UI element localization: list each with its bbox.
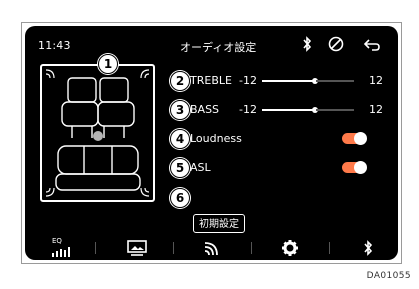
- callout-6: 6: [170, 188, 190, 208]
- asl-toggle[interactable]: [342, 161, 367, 174]
- callout-3: 3: [170, 100, 190, 120]
- callout-2: 2: [170, 71, 190, 91]
- clock: 11:43: [38, 39, 71, 52]
- loudness-toggle[interactable]: [342, 132, 367, 145]
- callout-5: 5: [170, 158, 190, 178]
- no-phone-icon: [328, 36, 344, 52]
- asl-toggle-thumb: [354, 161, 367, 174]
- bass-value: -12: [239, 103, 257, 116]
- treble-label: TREBLE: [190, 74, 232, 87]
- loudness-label: Loudness: [190, 132, 242, 145]
- bottom-nav-bar: EQ: [25, 236, 398, 260]
- car-seats-diagram: [45, 69, 150, 197]
- bass-max: 12: [369, 103, 383, 116]
- nav-separator: [329, 242, 330, 254]
- bluetooth-icon[interactable]: [358, 238, 378, 258]
- display-screen: 11:43 オーディオ設定 1 2 3 4 5 6 TREBLE -12 12 …: [25, 26, 398, 260]
- bass-label: BASS: [190, 103, 220, 116]
- seat-balance-panel[interactable]: [40, 64, 155, 202]
- bass-slider-track[interactable]: [262, 109, 316, 111]
- settings-gear-icon[interactable]: [279, 238, 301, 258]
- back-icon[interactable]: [362, 34, 382, 54]
- treble-value: -12: [239, 74, 257, 87]
- treble-slider-remaining: [316, 80, 354, 82]
- screen-icon[interactable]: [126, 238, 148, 258]
- nav-separator: [251, 242, 252, 254]
- radio-icon[interactable]: [201, 238, 223, 258]
- treble-slider-track[interactable]: [262, 80, 316, 82]
- page-title: オーディオ設定: [180, 41, 257, 54]
- eq-icon: [52, 247, 70, 257]
- figure-code: DA01055: [366, 271, 411, 281]
- callout-4: 4: [170, 129, 190, 149]
- nav-separator: [95, 242, 96, 254]
- treble-max: 12: [369, 74, 383, 87]
- asl-label: ASL: [190, 161, 211, 174]
- eq-label: EQ: [52, 237, 62, 245]
- callout-1: 1: [98, 54, 118, 74]
- bass-slider-remaining: [316, 109, 354, 111]
- initial-settings-button[interactable]: 初期設定: [193, 214, 245, 233]
- nav-separator: [173, 242, 174, 254]
- eq-button[interactable]: EQ: [51, 237, 73, 258]
- loudness-toggle-thumb: [354, 132, 367, 145]
- bluetooth-icon: [303, 36, 312, 52]
